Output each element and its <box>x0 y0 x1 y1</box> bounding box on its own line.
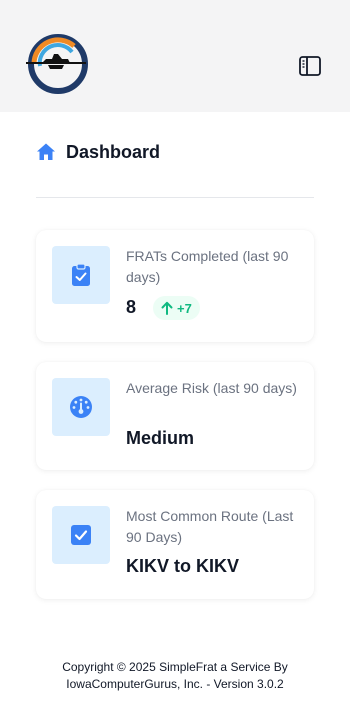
top-bar <box>0 0 350 112</box>
stat-delta-badge: +7 <box>153 296 200 320</box>
stat-icon-box <box>52 246 110 304</box>
stat-card-common-route: Most Common Route (Last 90 Days) KIKV to… <box>36 490 314 599</box>
stat-card-average-risk: Average Risk (last 90 days) Medium <box>36 362 314 470</box>
airplane-logo-icon[interactable] <box>22 32 90 96</box>
divider <box>36 197 314 198</box>
stat-label: Average Risk (last 90 days) <box>126 380 297 396</box>
stat-icon-box <box>52 506 110 564</box>
breadcrumb: Dashboard <box>36 140 160 164</box>
stat-delta-value: +7 <box>177 300 192 316</box>
gauge-icon <box>70 396 92 418</box>
page-title: Dashboard <box>66 141 161 162</box>
checkbox-icon <box>71 525 91 545</box>
stat-label: Most Common Route (Last 90 Days) <box>126 508 294 545</box>
clipboard-check-icon <box>72 263 90 286</box>
stat-label: FRATs Completed (last 90 days) <box>126 248 289 285</box>
stat-icon-box <box>52 378 110 436</box>
copyright-text: Copyright © 2025 SimpleFrat a Service By <box>62 660 288 674</box>
home-icon[interactable] <box>36 142 56 162</box>
stat-value: KIKV to KIKV <box>126 556 240 576</box>
stat-value: 8 <box>126 297 137 317</box>
footer: Copyright © 2025 SimpleFrat a Service By… <box>0 659 350 693</box>
main-content: Dashboard FRATs Completed (last 90 days)… <box>0 112 350 719</box>
sidebar-toggle-icon[interactable] <box>298 55 322 77</box>
arrow-up-icon <box>161 301 173 315</box>
stat-value: Medium <box>126 428 195 448</box>
version-text: IowaComputerGurus, Inc. - Version 3.0.2 <box>66 677 284 691</box>
stat-card-frats: FRATs Completed (last 90 days) 8 +7 <box>36 230 314 342</box>
